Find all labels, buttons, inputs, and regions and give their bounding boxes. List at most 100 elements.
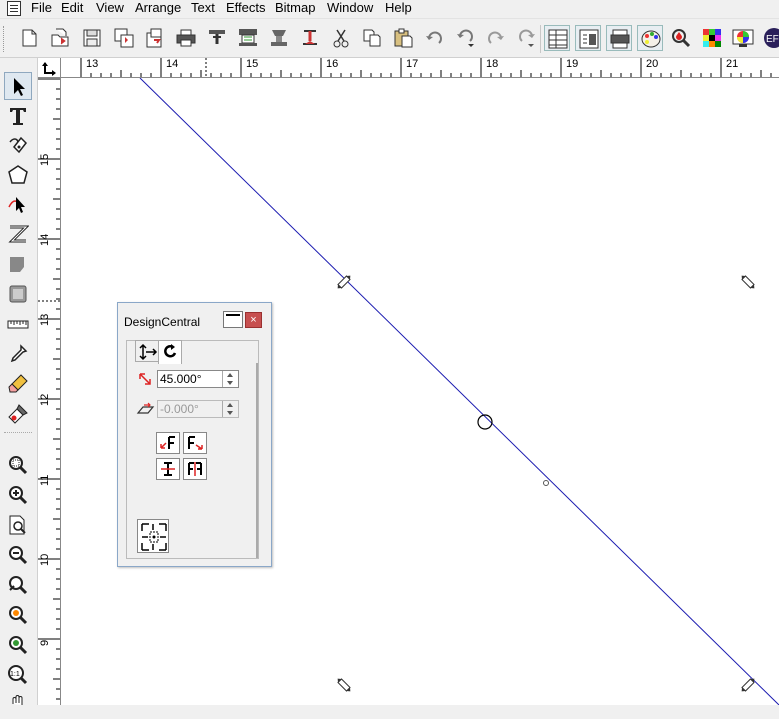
ruler-label: 13 [39, 313, 51, 326]
zoom-out-icon[interactable] [4, 541, 32, 569]
ruler-label: 14 [39, 233, 51, 246]
ruler-label: 17 [406, 58, 419, 70]
rotate-handle[interactable] [336, 274, 352, 290]
save-as-icon[interactable] [111, 25, 137, 51]
fill-tool-icon[interactable] [4, 250, 32, 278]
rotate-handle[interactable] [740, 274, 756, 290]
menu-effects[interactable]: Effects [226, 1, 266, 15]
knife-tool-icon[interactable] [4, 400, 32, 428]
open-icon[interactable] [47, 25, 73, 51]
rotate-right-button[interactable] [183, 432, 207, 454]
eraser-tool-icon[interactable] [4, 370, 32, 398]
app-icon[interactable] [7, 1, 21, 16]
rotate-tab-content: 45.000° -0.000° [127, 363, 258, 558]
ruler-label: 15 [246, 58, 259, 70]
flip-horizontal-button[interactable] [183, 458, 207, 480]
toolbox: 1:1 [0, 58, 38, 705]
ruler-label: 12 [39, 393, 51, 406]
measure-tool-icon[interactable] [4, 310, 32, 338]
paste-icon[interactable] [390, 25, 416, 51]
menu-arrange[interactable]: Arrange [135, 1, 181, 15]
ruler-label: 13 [86, 58, 99, 70]
zoom-tool-icon[interactable] [4, 451, 32, 479]
rotate-left-button[interactable] [156, 432, 180, 454]
menu-bitmap[interactable]: Bitmap [275, 1, 315, 15]
slant-angle-spinner[interactable] [222, 401, 238, 417]
slant-angle-input[interactable]: -0.000° [157, 400, 239, 418]
menu-bar: File Edit View Arrange Text Effects Bitm… [0, 0, 779, 18]
color-palette-icon[interactable] [637, 25, 663, 51]
undo-multi-icon[interactable] [452, 25, 478, 51]
minimize-button[interactable] [223, 311, 243, 328]
design-central-panel: DesignCentral × 45.000° -0.000° [117, 302, 272, 567]
ef-icon[interactable]: EF [760, 25, 779, 51]
outline-tool-icon[interactable] [4, 280, 32, 308]
weed-icon[interactable] [297, 25, 323, 51]
ruler-origin[interactable] [38, 58, 61, 78]
horizontal-ruler[interactable]: 13 14 15 16 17 18 19 20 21 [61, 58, 779, 78]
ruler-label: 16 [326, 58, 339, 70]
rotation-angle-icon [139, 373, 151, 385]
plot-icon[interactable] [204, 25, 230, 51]
close-button[interactable]: × [245, 312, 262, 328]
ruler-label: 18 [486, 58, 499, 70]
panel-title: DesignCentral [124, 315, 201, 329]
zoom-in-icon[interactable] [4, 481, 32, 509]
ruler-label: 9 [39, 639, 51, 646]
color-grid-icon[interactable] [699, 25, 725, 51]
new-document-icon[interactable] [16, 25, 42, 51]
rotate-handle[interactable] [740, 677, 756, 693]
rotate-tab[interactable] [158, 340, 182, 364]
slant-angle-value: -0.000° [160, 402, 199, 416]
midpoint-node[interactable] [543, 480, 549, 486]
ruler-label: 20 [646, 58, 659, 70]
menu-file[interactable]: File [31, 1, 52, 15]
pen-tool-icon[interactable] [4, 131, 32, 159]
toolbar-grip[interactable] [3, 26, 7, 52]
rotate-handle[interactable] [336, 677, 352, 693]
zoom-all-icon[interactable] [4, 631, 32, 659]
ink-drop-icon[interactable] [668, 25, 694, 51]
production-icon[interactable] [606, 25, 632, 51]
import-icon[interactable] [142, 25, 168, 51]
menu-edit[interactable]: Edit [61, 1, 83, 15]
menu-view[interactable]: View [96, 1, 124, 15]
color-wheel-icon[interactable] [730, 25, 756, 51]
anchor-grid-button[interactable] [137, 519, 169, 553]
move-tab[interactable] [135, 340, 159, 362]
rotation-angle-input[interactable]: 45.000° [157, 370, 239, 388]
eyedropper-tool-icon[interactable] [4, 340, 32, 368]
print-icon[interactable] [173, 25, 199, 51]
save-icon[interactable] [79, 25, 105, 51]
undo-icon[interactable] [421, 25, 447, 51]
menu-window[interactable]: Window [327, 1, 373, 15]
ruler-label: 10 [39, 553, 51, 566]
menu-text[interactable]: Text [191, 1, 215, 15]
redo-icon[interactable] [483, 25, 509, 51]
copy-icon[interactable] [359, 25, 385, 51]
menu-help[interactable]: Help [385, 1, 412, 15]
node-tool-icon[interactable] [4, 190, 32, 218]
zoom-actual-icon[interactable]: 1:1 [4, 661, 32, 689]
rotation-angle-spinner[interactable] [222, 371, 238, 387]
scissors-icon[interactable] [328, 25, 354, 51]
ruler-label: 19 [566, 58, 579, 70]
properties-icon[interactable] [575, 25, 601, 51]
zoom-page-icon[interactable] [4, 511, 32, 539]
redo-multi-icon[interactable] [514, 25, 540, 51]
panel-body: 45.000° -0.000° [126, 340, 259, 559]
vertical-ruler[interactable]: 15 14 13 12 11 10 9 [38, 78, 61, 705]
flip-vertical-button[interactable] [156, 458, 180, 480]
shape-tool-icon[interactable] [4, 161, 32, 189]
table-icon[interactable] [544, 25, 570, 51]
pointer-tool-icon[interactable] [4, 72, 32, 100]
text-tool-icon[interactable] [4, 102, 32, 130]
svg-text:1:1: 1:1 [10, 671, 20, 678]
zoom-fit-icon[interactable] [4, 571, 32, 599]
zigzag-tool-icon[interactable] [4, 220, 32, 248]
cut-plot-icon[interactable] [235, 25, 261, 51]
rotation-angle-value: 45.000° [160, 372, 202, 386]
pan-tool-icon[interactable] [4, 691, 32, 719]
vinyl-icon[interactable] [266, 25, 292, 51]
zoom-selection-icon[interactable] [4, 601, 32, 629]
